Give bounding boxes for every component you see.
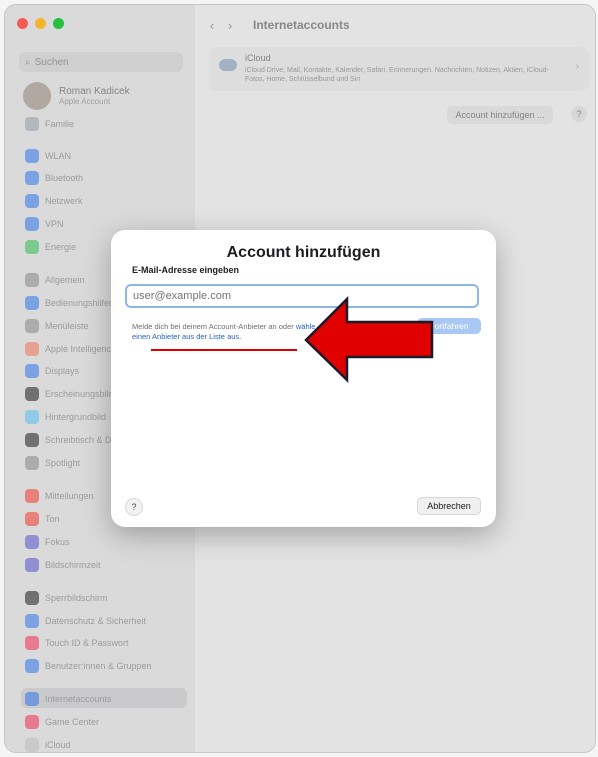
annotation-arrow [304,295,434,383]
red-arrow-shape [304,295,434,383]
